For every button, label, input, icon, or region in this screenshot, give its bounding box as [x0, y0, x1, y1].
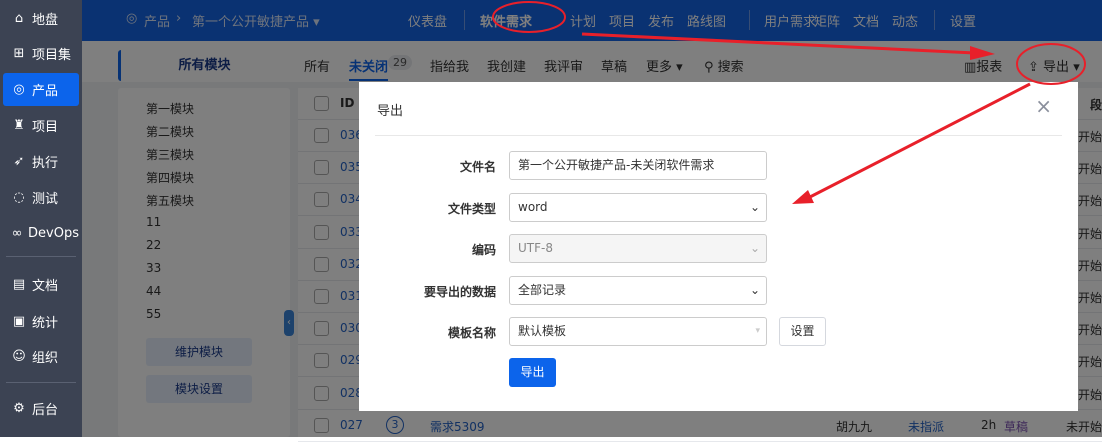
infinity-icon: ∞: [11, 226, 23, 241]
sidebar-item-label: 项目集: [32, 48, 72, 63]
filename-label: 文件名: [459, 160, 496, 174]
gear-icon: ⚙: [13, 401, 25, 416]
template-value: 默认模板: [518, 324, 567, 338]
divider: [375, 135, 1062, 136]
template-settings-button[interactable]: 设置: [779, 317, 826, 346]
test-icon: ◌: [13, 190, 25, 205]
encoding-select: UTF-8 ⌄: [509, 234, 767, 263]
sidebar-item-label: 项目: [32, 120, 59, 135]
chevron-down-icon: ⌄: [749, 241, 760, 255]
sidebar-item-test[interactable]: ◌ 测试: [3, 181, 79, 214]
export-submit-button[interactable]: 导出: [509, 358, 556, 387]
filetype-label: 文件类型: [447, 202, 496, 216]
sidebar-item-dashboard[interactable]: ⌂ 地盘: [3, 2, 79, 35]
sidebar-item-stats[interactable]: ▣ 统计: [3, 305, 79, 338]
sidebar-item-devops[interactable]: ∞ DevOps: [3, 217, 79, 250]
sidebar: ⌂ 地盘 ⊞ 项目集 ◎ 产品 ♜ 项目 ➶ 执行 ◌ 测试 ∞ DevOps ▤ 文档 ▣ 统计…: [0, 0, 82, 437]
sidebar-item-label: 测试: [32, 192, 59, 207]
doc-icon: ▤: [12, 277, 26, 292]
bulb-icon: ◎: [13, 82, 25, 97]
sidebar-item-label: 后台: [32, 403, 59, 418]
sidebar-item-label: 地盘: [32, 13, 59, 28]
sidebar-item-org[interactable]: ☺ 组织: [3, 340, 79, 373]
chevron-down-icon: ⌄: [749, 283, 760, 297]
template-select[interactable]: 默认模板 ▾: [509, 317, 767, 346]
chevron-down-icon: ⌄: [749, 200, 760, 214]
chevron-down-icon: ▾: [755, 326, 760, 336]
sidebar-item-execution[interactable]: ➶ 执行: [3, 145, 79, 178]
encoding-value: UTF-8: [518, 241, 553, 255]
filename-input[interactable]: 第一个公开敏捷产品-未关闭软件需求: [509, 151, 767, 180]
sidebar-item-doc[interactable]: ▤ 文档: [3, 268, 79, 301]
filetype-select[interactable]: word ⌄: [509, 193, 767, 222]
sidebar-item-label: 产品: [32, 84, 59, 99]
sidebar-divider: [6, 382, 76, 383]
filetype-value: word: [518, 200, 548, 214]
sidebar-divider: [6, 256, 76, 257]
sidebar-item-project[interactable]: ♜ 项目: [3, 109, 79, 142]
chart-icon: ▣: [12, 314, 26, 329]
sidebar-item-label: DevOps: [28, 226, 79, 241]
sidebar-item-label: 统计: [32, 316, 59, 331]
sidebar-item-program[interactable]: ⊞ 项目集: [3, 37, 79, 70]
export-data-select[interactable]: 全部记录 ⌄: [509, 276, 767, 305]
export-data-value: 全部记录: [518, 283, 567, 297]
close-icon[interactable]: ×: [1035, 94, 1052, 118]
sidebar-item-label: 执行: [32, 156, 59, 171]
encoding-label: 编码: [471, 243, 496, 257]
home-icon: ⌂: [14, 11, 24, 26]
export-data-label: 要导出的数据: [423, 285, 496, 299]
sidebar-item-label: 文档: [32, 279, 59, 294]
run-icon: ➶: [13, 154, 25, 169]
dialog-title: 导出: [377, 104, 404, 119]
sidebar-item-admin[interactable]: ⚙ 后台: [3, 392, 79, 425]
people-icon: ☺: [12, 349, 26, 364]
template-label: 模板名称: [447, 326, 496, 340]
export-dialog: 导出 × 文件名 第一个公开敏捷产品-未关闭软件需求 文件类型 word ⌄ 编码…: [359, 82, 1078, 411]
sidebar-item-product[interactable]: ◎ 产品: [3, 73, 79, 106]
sidebar-item-label: 组织: [32, 351, 59, 366]
grid-icon: ⊞: [13, 46, 25, 61]
rocket-icon: ♜: [13, 118, 25, 133]
